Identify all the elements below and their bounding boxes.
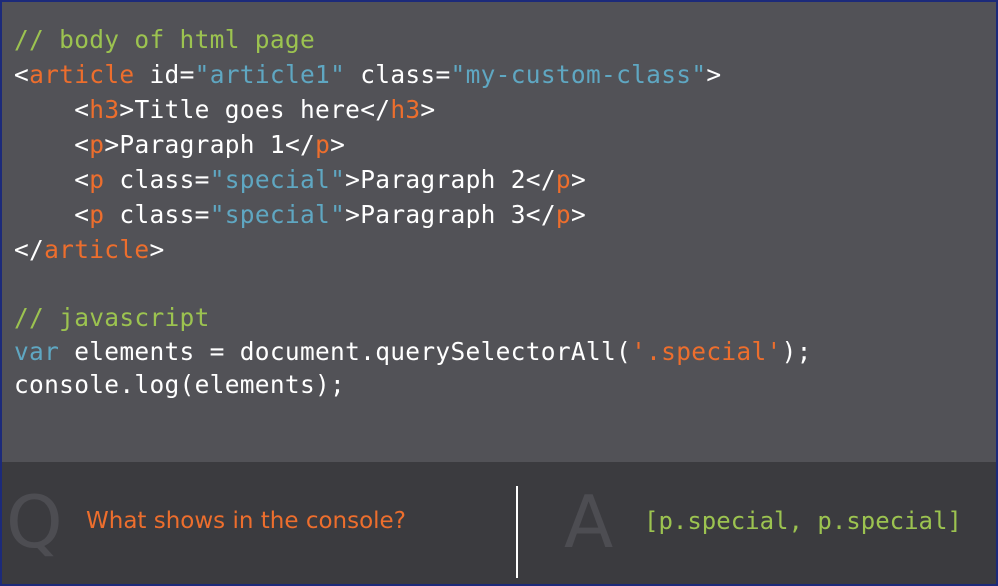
token-punct: > — [104, 130, 120, 159]
token-tag: article — [29, 60, 135, 89]
token-punct: > — [420, 95, 436, 124]
code-line-p2: <p class="special">Paragraph 2</p> — [14, 162, 984, 197]
code-line-p1: <p>Paragraph 1</p> — [14, 127, 984, 162]
token-punct: > — [330, 130, 346, 159]
token-text: Paragraph 1 — [119, 130, 285, 159]
token-punct: < — [74, 200, 90, 229]
token-punct: > — [119, 95, 135, 124]
token-punct: < — [14, 60, 30, 89]
token-attr: id= — [149, 60, 195, 89]
token-tag: p — [89, 165, 105, 194]
question-text: What shows in the console? — [86, 508, 406, 534]
code-line-js-log: console.log(elements); — [14, 370, 346, 399]
token-attr: class= — [360, 60, 451, 89]
token-text: elements = document.querySelectorAll( — [59, 337, 632, 366]
token-tag: article — [44, 235, 150, 264]
token-punct: </ — [525, 200, 556, 229]
answer-letter: A — [564, 480, 614, 564]
token-attr-value: "article1" — [194, 60, 346, 89]
token-punct: </ — [525, 165, 556, 194]
token-tag: p — [89, 200, 105, 229]
token-tag: h3 — [89, 95, 120, 124]
code-comment-html: // body of html page — [14, 25, 316, 54]
code-comment-js: // javascript — [14, 303, 210, 332]
token-tag: p — [555, 200, 571, 229]
token-attr: class= — [119, 200, 210, 229]
token-punct: ); — [781, 337, 812, 366]
token-attr-value: "special" — [209, 200, 346, 229]
slide-frame: // body of html page <article id="articl… — [0, 0, 998, 586]
token-punct: > — [570, 200, 587, 229]
token-attr-value: "special" — [209, 165, 346, 194]
token-punct: </ — [284, 130, 316, 159]
code-line-article-open: <article id="article1" class="my-custom-… — [14, 57, 984, 92]
code-block: // body of html page <article id="articl… — [14, 22, 984, 401]
code-line-p3: <p class="special">Paragraph 3</p> — [14, 197, 984, 232]
token-keyword: var — [14, 337, 60, 366]
token-punct: > — [149, 235, 165, 264]
token-string: '.special' — [631, 337, 782, 366]
token-punct: > — [345, 200, 361, 229]
token-text: Paragraph 2 — [360, 165, 526, 194]
token-punct: < — [74, 95, 90, 124]
code-line-h3: <h3>Title goes here</h3> — [14, 92, 984, 127]
token-punct: > — [345, 165, 361, 194]
code-line-article-close: </article> — [14, 232, 984, 267]
token-text: Title goes here — [134, 95, 361, 124]
token-tag: h3 — [390, 95, 421, 124]
token-attr: class= — [119, 165, 210, 194]
token-text: Paragraph 3 — [360, 200, 526, 229]
token-punct: > — [706, 60, 722, 89]
divider-line — [516, 486, 518, 578]
token-punct: < — [74, 165, 90, 194]
question-answer-bar: Q What shows in the console? A [p.specia… — [2, 462, 996, 584]
token-punct: </ — [360, 95, 391, 124]
token-punct: < — [74, 130, 90, 159]
token-tag: p — [555, 165, 571, 194]
answer-text: [p.special, p.special] — [644, 507, 962, 535]
token-attr-value: "my-custom-class" — [450, 60, 707, 89]
token-tag: p — [315, 130, 331, 159]
token-tag: p — [89, 130, 105, 159]
question-letter: Q — [6, 480, 63, 564]
token-punct: > — [570, 165, 587, 194]
code-line-js-var: var elements = document.querySelectorAll… — [14, 335, 984, 368]
token-punct: </ — [14, 235, 45, 264]
